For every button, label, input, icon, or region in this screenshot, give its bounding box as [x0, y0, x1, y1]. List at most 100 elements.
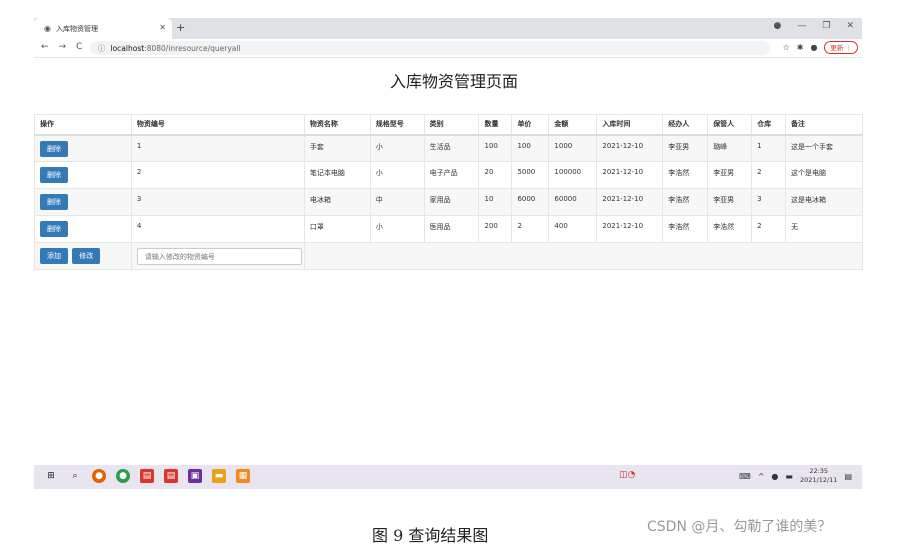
column-header: 保管人	[707, 114, 753, 136]
tab-title: 入库物资管理	[55, 24, 98, 33]
handler-cell: 李亚男	[662, 134, 709, 162]
delete-button[interactable]: 删除	[40, 167, 68, 183]
forward-icon[interactable]: →	[59, 42, 67, 52]
resource-id-input[interactable]	[136, 248, 302, 265]
spec-cell: 小	[369, 215, 425, 243]
action-cell: 删除	[34, 188, 132, 216]
table-row: 删除 2 笔记本电脑 小 电子产品 20 5000 100000 2021-12…	[34, 161, 863, 189]
form-row: 添加 修改	[34, 242, 864, 270]
name-cell: 电冰箱	[303, 188, 371, 216]
spec-cell: 小	[369, 134, 425, 162]
clock[interactable]: 22:35 2021/12/11	[800, 467, 837, 485]
date-cell: 2021-12-10	[596, 215, 664, 243]
date-cell: 2021-12-10	[596, 134, 664, 162]
delete-button[interactable]: 删除	[40, 194, 68, 210]
app-icon-orange[interactable]: ▦	[236, 469, 250, 483]
edit-button[interactable]: 修改	[72, 248, 101, 264]
taskbar: ⊞ ⌕ ● ● ▤ ▤ ▣ ▬ ▦ ◫◔ ⌨ ^ ● ▬ 22:35 2021/…	[34, 465, 862, 489]
chrome-icon[interactable]: ●	[116, 469, 130, 483]
folder-icon[interactable]: ▬	[212, 469, 226, 483]
action-cell: 删除	[34, 134, 132, 162]
minimize-icon[interactable]: —	[797, 21, 806, 31]
column-header: 金额	[548, 114, 598, 136]
keyboard-icon[interactable]: ⌨	[739, 472, 751, 481]
table-row: 删除 4 口罩 小 医用品 200 2 400 2021-12-10 李浩然 李…	[34, 215, 863, 243]
id-cell: 1	[130, 134, 305, 162]
firefox-icon[interactable]: ●	[92, 469, 106, 483]
amount-cell: 100000	[548, 161, 598, 189]
record-icon[interactable]: ●	[774, 21, 782, 31]
date-cell: 2021-12-10	[596, 188, 664, 216]
category-cell: 生活品	[423, 134, 480, 162]
qty-cell: 200	[478, 215, 513, 243]
battery-icon[interactable]: ▬	[785, 472, 793, 481]
spec-cell: 小	[369, 161, 425, 189]
tray-notification-icon[interactable]: ◫◔	[619, 470, 635, 480]
info-icon: ⓘ	[98, 43, 106, 53]
warehouse-cell: 1	[751, 134, 787, 162]
name-cell: 手套	[303, 134, 371, 162]
chevron-up-icon[interactable]: ^	[758, 472, 765, 481]
resource-table: 操作 物资编号 物资名称 规格型号 类别 数量 单价 金额 入库时间 经办人 保…	[34, 114, 864, 270]
app-icon-red[interactable]: ▤	[140, 469, 154, 483]
maximize-icon[interactable]: ❐	[822, 21, 830, 31]
browser-tab-bar: ◉ 入库物资管理 ✕ + ● — ❐ ✕	[34, 18, 862, 39]
nav-buttons: ← → C	[41, 42, 82, 52]
close-window-icon[interactable]: ✕	[846, 21, 854, 31]
amount-cell: 1000	[548, 134, 598, 162]
column-header: 仓库	[751, 114, 787, 136]
form-action-cell: 添加 修改	[34, 242, 132, 270]
notification-icon[interactable]: ▤	[844, 472, 852, 481]
reload-icon[interactable]: C	[76, 42, 82, 52]
handler-cell: 李浩然	[662, 188, 709, 216]
name-cell: 笔记本电脑	[303, 161, 371, 189]
handler-cell: 李浩然	[662, 215, 709, 243]
price-cell: 2	[511, 215, 550, 243]
amount-cell: 60000	[548, 188, 598, 216]
column-header: 单价	[511, 114, 550, 136]
column-header: 入库时间	[596, 114, 664, 136]
globe-icon: ◉	[44, 24, 51, 33]
keeper-cell: 李亚男	[707, 188, 753, 216]
column-header: 备注	[785, 114, 863, 136]
extension-icon[interactable]: ✱	[797, 43, 804, 52]
taskbar-apps: ⊞ ⌕ ● ● ▤ ▤ ▣ ▬ ▦	[44, 469, 250, 483]
delete-button[interactable]: 删除	[40, 140, 68, 157]
browser-tab[interactable]: ◉ 入库物资管理 ✕	[34, 18, 172, 39]
amount-cell: 400	[548, 215, 598, 243]
update-label: 更新	[830, 44, 844, 52]
column-header: 物资名称	[303, 114, 371, 136]
url-path: :8080/inresource/queryall	[144, 43, 241, 53]
keeper-cell: 李浩然	[707, 215, 753, 243]
note-cell: 这是电冰箱	[785, 188, 863, 216]
column-header: 规格型号	[369, 114, 425, 136]
ide-icon[interactable]: ▣	[188, 469, 202, 483]
update-button[interactable]: 更新 ⋮	[824, 41, 858, 54]
search-icon[interactable]: ⌕	[68, 469, 82, 483]
browser-toolbar: ← → C ⓘ localhost:8080/inresource/querya…	[34, 39, 862, 58]
windows-start-icon[interactable]: ⊞	[44, 469, 58, 483]
back-icon[interactable]: ←	[41, 42, 49, 52]
name-cell: 口罩	[303, 215, 371, 243]
delete-button[interactable]: 删除	[40, 221, 68, 237]
qty-cell: 20	[478, 161, 513, 189]
browser-tools: ☆ ✱ ● 更新 ⋮	[783, 41, 858, 54]
network-icon[interactable]: ●	[771, 472, 778, 481]
new-tab-icon[interactable]: +	[176, 21, 185, 34]
close-tab-icon[interactable]: ✕	[159, 23, 166, 32]
date-cell: 2021-12-10	[596, 161, 664, 189]
id-cell: 2	[130, 161, 305, 189]
add-button[interactable]: 添加	[40, 248, 68, 264]
address-bar[interactable]: ⓘ localhost:8080/inresource/queryall	[90, 41, 770, 55]
figure-caption: 图 9 查询结果图	[372, 526, 489, 545]
app-icon-red-2[interactable]: ▤	[164, 469, 178, 483]
window-controls: ● — ❐ ✕	[774, 21, 854, 31]
form-input-cell	[130, 242, 305, 270]
qty-cell: 100	[478, 134, 513, 162]
url-host: localhost	[110, 43, 145, 53]
price-cell: 6000	[511, 188, 550, 216]
star-icon[interactable]: ☆	[783, 43, 790, 52]
price-cell: 5000	[511, 161, 550, 189]
form-empty-cell	[303, 242, 864, 270]
profile-icon[interactable]: ●	[810, 43, 817, 52]
